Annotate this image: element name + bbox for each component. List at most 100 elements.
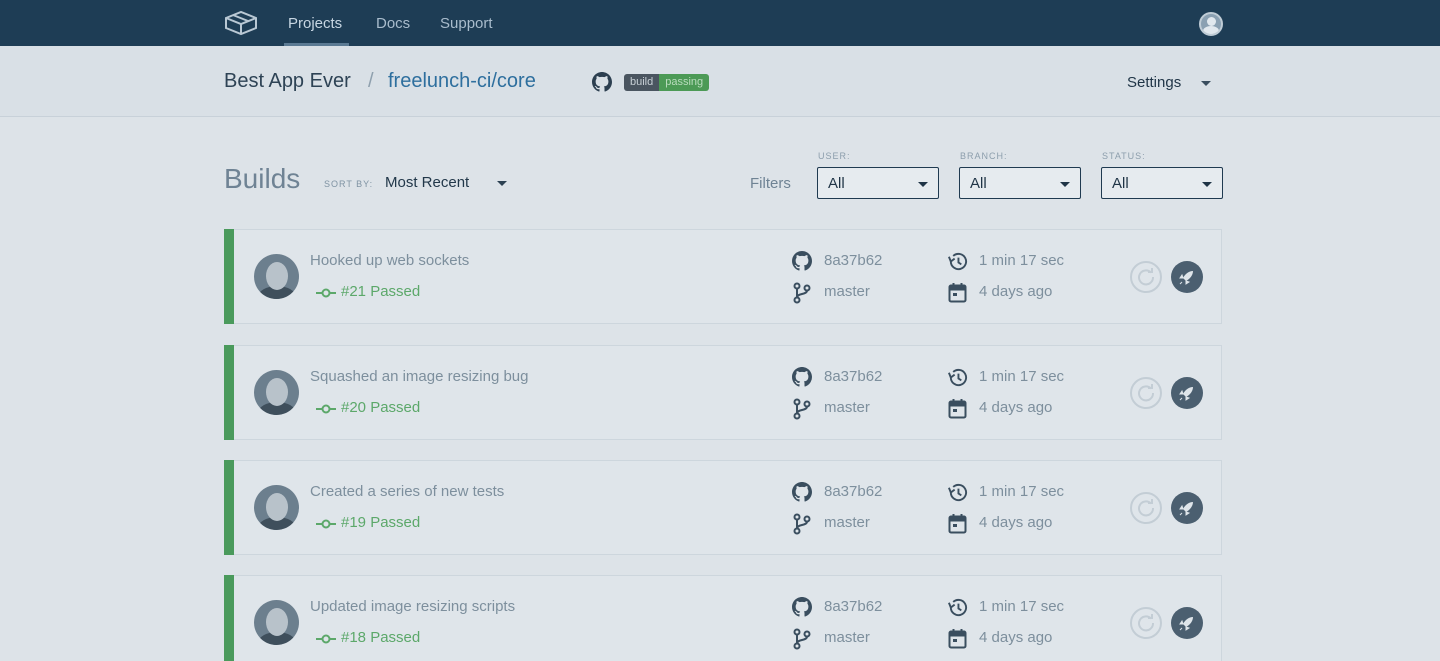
nav-support[interactable]: Support	[440, 0, 493, 46]
top-nav: Projects Docs Support	[0, 0, 1440, 46]
nav-docs[interactable]: Docs	[376, 0, 410, 46]
commit-sha[interactable]: 8a37b62	[824, 252, 882, 269]
commit-icon	[316, 288, 336, 298]
build-status-badge: build passing	[624, 74, 710, 91]
chevron-down-icon[interactable]	[1201, 81, 1211, 86]
commit-icon	[316, 519, 336, 529]
commit-icon	[316, 404, 336, 414]
branch-name[interactable]: master	[824, 283, 870, 300]
deploy-button[interactable]	[1171, 492, 1203, 524]
filter-user-caption: USER:	[818, 151, 851, 161]
rocket-icon	[1179, 502, 1193, 516]
avatar	[254, 254, 299, 299]
filters-label: Filters	[750, 175, 791, 192]
chevron-down-icon[interactable]	[497, 181, 507, 186]
branch-icon	[793, 282, 811, 304]
rebuild-button[interactable]	[1130, 492, 1162, 524]
commit-icon	[316, 634, 336, 644]
calendar-icon	[948, 514, 967, 534]
build-status[interactable]: #20 Passed	[341, 399, 420, 416]
status-bar	[224, 575, 234, 661]
filter-status-caption: STATUS:	[1102, 151, 1146, 161]
history-icon	[948, 598, 968, 617]
page-title: Builds	[224, 163, 301, 194]
calendar-icon	[948, 283, 967, 303]
refresh-icon	[1138, 268, 1155, 286]
filter-user-select[interactable]: All	[817, 167, 939, 199]
build-row[interactable]: Created a series of new tests #19 Passed…	[224, 460, 1222, 555]
rebuild-button[interactable]	[1130, 607, 1162, 639]
build-duration: 1 min 17 sec	[979, 252, 1065, 269]
rocket-icon	[1179, 387, 1193, 401]
avatar	[254, 370, 299, 415]
logo-icon[interactable]	[224, 10, 258, 36]
branch-icon	[793, 513, 811, 535]
build-row[interactable]: Updated image resizing scripts #18 Passe…	[224, 575, 1222, 661]
status-bar	[224, 345, 234, 440]
build-row[interactable]: Squashed an image resizing bug #20 Passe…	[224, 345, 1222, 440]
commit-message[interactable]: Updated image resizing scripts	[310, 598, 515, 615]
badge-label: build	[624, 74, 660, 91]
breadcrumb-separator: /	[368, 70, 374, 92]
history-icon	[948, 483, 968, 502]
build-duration: 1 min 17 sec	[979, 368, 1065, 385]
history-icon	[948, 252, 968, 271]
github-icon[interactable]	[592, 72, 612, 92]
build-row[interactable]: Hooked up web sockets #21 Passed 8a37b62…	[224, 229, 1222, 324]
nav-projects[interactable]: Projects	[288, 0, 342, 46]
status-bar	[224, 229, 234, 324]
filter-user-value: All	[828, 175, 845, 192]
breadcrumb-app[interactable]: Best App Ever	[224, 70, 351, 93]
filter-status-select[interactable]: All	[1101, 167, 1223, 199]
project-header	[0, 46, 1440, 117]
filter-branch-caption: BRANCH:	[960, 151, 1008, 161]
calendar-icon	[948, 629, 967, 649]
rebuild-button[interactable]	[1130, 377, 1162, 409]
refresh-icon	[1138, 499, 1155, 517]
deploy-button[interactable]	[1171, 377, 1203, 409]
build-date: 4 days ago	[979, 514, 1053, 531]
branch-name[interactable]: master	[824, 514, 870, 531]
avatar	[254, 485, 299, 530]
branch-name[interactable]: master	[824, 629, 870, 646]
commit-sha[interactable]: 8a37b62	[824, 598, 882, 615]
badge-value: passing	[659, 74, 710, 91]
chevron-down-icon	[918, 182, 928, 187]
commit-message[interactable]: Created a series of new tests	[310, 483, 504, 500]
github-icon	[792, 251, 812, 271]
status-bar	[224, 460, 234, 555]
github-icon	[792, 482, 812, 502]
sort-dropdown[interactable]: Most Recent	[385, 174, 469, 191]
build-date: 4 days ago	[979, 399, 1053, 416]
breadcrumb-repo[interactable]: freelunch-ci/core	[388, 70, 536, 93]
build-date: 4 days ago	[979, 629, 1053, 646]
branch-icon	[793, 398, 811, 420]
deploy-button[interactable]	[1171, 261, 1203, 293]
branch-icon	[793, 628, 811, 650]
history-icon	[948, 368, 968, 387]
user-avatar[interactable]	[1199, 12, 1223, 36]
commit-sha[interactable]: 8a37b62	[824, 483, 882, 500]
github-icon	[792, 367, 812, 387]
settings-dropdown[interactable]: Settings	[1127, 74, 1181, 91]
chevron-down-icon	[1202, 182, 1212, 187]
branch-name[interactable]: master	[824, 399, 870, 416]
github-icon	[792, 597, 812, 617]
sort-label: SORT BY:	[324, 179, 374, 189]
commit-sha[interactable]: 8a37b62	[824, 368, 882, 385]
refresh-icon	[1138, 384, 1155, 402]
build-status[interactable]: #19 Passed	[341, 514, 420, 531]
build-status[interactable]: #18 Passed	[341, 629, 420, 646]
chevron-down-icon	[1060, 182, 1070, 187]
commit-message[interactable]: Hooked up web sockets	[310, 252, 469, 269]
build-status[interactable]: #21 Passed	[341, 283, 420, 300]
build-duration: 1 min 17 sec	[979, 598, 1065, 615]
deploy-button[interactable]	[1171, 607, 1203, 639]
refresh-icon	[1138, 614, 1155, 632]
rebuild-button[interactable]	[1130, 261, 1162, 293]
rocket-icon	[1179, 271, 1193, 285]
build-duration: 1 min 17 sec	[979, 483, 1065, 500]
filter-branch-select[interactable]: All	[959, 167, 1081, 199]
build-date: 4 days ago	[979, 283, 1053, 300]
commit-message[interactable]: Squashed an image resizing bug	[310, 368, 528, 385]
